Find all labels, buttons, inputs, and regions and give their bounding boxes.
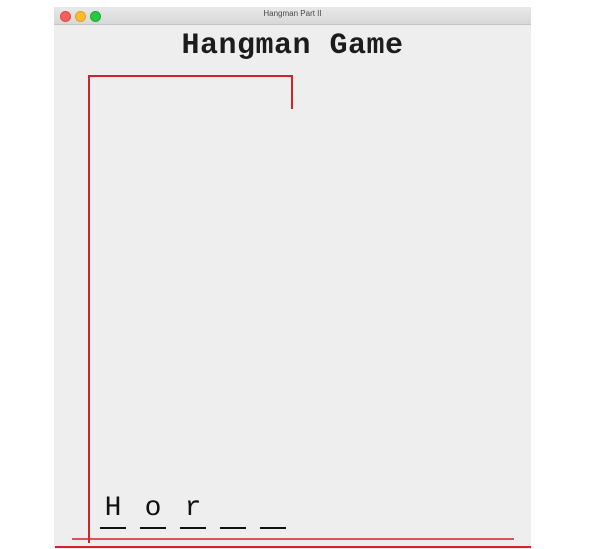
letter-slot (218, 487, 258, 531)
letter-slot: o (138, 487, 178, 531)
letter-underline (140, 527, 166, 529)
window-title: Hangman Part II (263, 9, 322, 18)
window-titlebar[interactable]: Hangman Part II (54, 7, 531, 25)
letter-slot: H (98, 487, 138, 531)
letter-revealed: o (144, 493, 162, 524)
letter-revealed: H (104, 493, 122, 524)
letter-slot (258, 487, 298, 531)
letter-underline (100, 527, 126, 529)
letter-underline (260, 527, 286, 529)
word-display: H o r (98, 487, 298, 531)
letter-slot: r (178, 487, 218, 531)
game-canvas: Hangman Game H o r (54, 25, 531, 549)
letter-underline (220, 527, 246, 529)
app-window: Hangman Part II Hangman Game H o r (54, 7, 531, 549)
letter-underline (180, 527, 206, 529)
gallows-drawing (88, 75, 293, 543)
letter-revealed: r (184, 493, 202, 524)
